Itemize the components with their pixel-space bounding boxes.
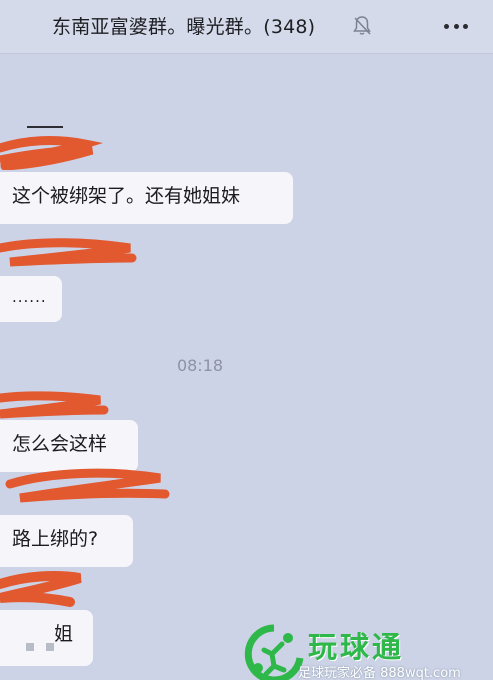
- chat-screen: 东南亚富婆群。曝光群。(348) 这个被绑架了。还有她姐妹 ...... 08:…: [0, 0, 493, 680]
- message-bubble[interactable]: 这个被绑架了。还有她姐妹: [0, 172, 293, 224]
- bell-muted-icon: [353, 16, 371, 35]
- watermark-title: 玩球通: [308, 630, 405, 664]
- image-placeholder: [26, 636, 66, 655]
- football-player-icon: [244, 624, 304, 680]
- message-text: 这个被绑架了。还有她姐妹: [12, 185, 241, 207]
- watermark-logo: 玩球通 足球玩家必备 888wqt.com: [244, 624, 493, 680]
- more-dot: [444, 23, 449, 29]
- redaction-scribble: [0, 238, 137, 267]
- sender-name-fragment: [27, 126, 63, 128]
- redaction-scribble: [0, 136, 103, 170]
- timestamp: 08:18: [176, 356, 224, 375]
- message-text: 路上绑的?: [12, 528, 99, 550]
- chat-header: 东南亚富婆群。曝光群。(348): [0, 0, 493, 54]
- message-text: ......: [12, 288, 47, 306]
- message-bubble[interactable]: ......: [0, 276, 62, 322]
- group-title: 东南亚富婆群。曝光群。(348): [52, 16, 316, 38]
- more-dot: [453, 23, 459, 29]
- more-button[interactable]: [440, 14, 472, 38]
- redaction-scribble: [0, 391, 109, 419]
- message-text: 怎么会这样: [12, 433, 108, 455]
- message-bubble[interactable]: 怎么会这样: [0, 420, 138, 472]
- watermark-subtitle: 足球玩家必备 888wqt.com: [298, 666, 461, 680]
- more-dot: [463, 23, 468, 29]
- message-bubble[interactable]: 路上绑的?: [0, 515, 133, 567]
